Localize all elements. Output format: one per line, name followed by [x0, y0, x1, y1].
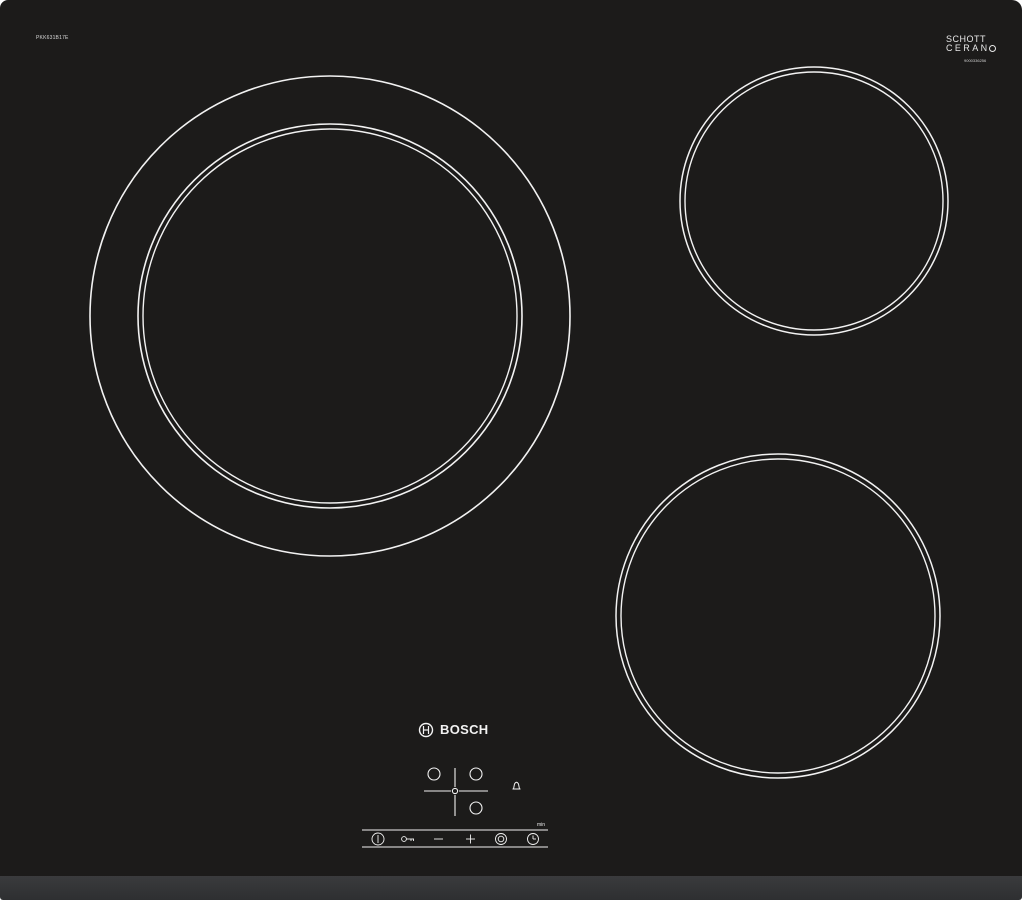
zone-indicator-rear-right[interactable] — [469, 767, 483, 781]
key-lock-icon — [401, 836, 414, 842]
dual-zone-inner-ring — [137, 123, 523, 509]
zone-indicator-rear-left[interactable] — [427, 767, 441, 781]
control-strip — [362, 829, 548, 848]
bosch-brand: BOSCH — [418, 722, 488, 737]
dual-zone-inner-ring-2 — [142, 128, 518, 504]
zone-indicator-front-right[interactable] — [469, 801, 483, 815]
zone-selector-center — [451, 787, 459, 795]
dual-zone-front-left — [89, 75, 571, 557]
timer-clock-icon — [527, 833, 539, 845]
power-button[interactable] — [371, 832, 385, 846]
front-right-ring-inner — [620, 458, 936, 774]
zone-front-right — [615, 453, 941, 779]
zone-selector — [424, 767, 488, 816]
timer-button[interactable] — [527, 833, 539, 845]
child-lock-button[interactable] — [401, 836, 414, 842]
plus-icon — [466, 834, 475, 844]
dual-zone-button[interactable] — [495, 833, 507, 845]
front-right-ring-outer — [615, 453, 941, 779]
cooking-zones-layer — [89, 66, 949, 848]
dual-zone-icon — [495, 833, 507, 845]
timer-unit-label: min — [537, 822, 546, 828]
plus-button[interactable] — [466, 834, 475, 844]
rear-right-ring-outer — [679, 66, 949, 336]
bell-icon — [512, 781, 521, 790]
rear-right-ring-inner — [684, 71, 944, 331]
dual-zone-outer-ring — [89, 75, 571, 557]
brand-name: BOSCH — [440, 722, 489, 737]
zone-rear-right — [679, 66, 949, 336]
